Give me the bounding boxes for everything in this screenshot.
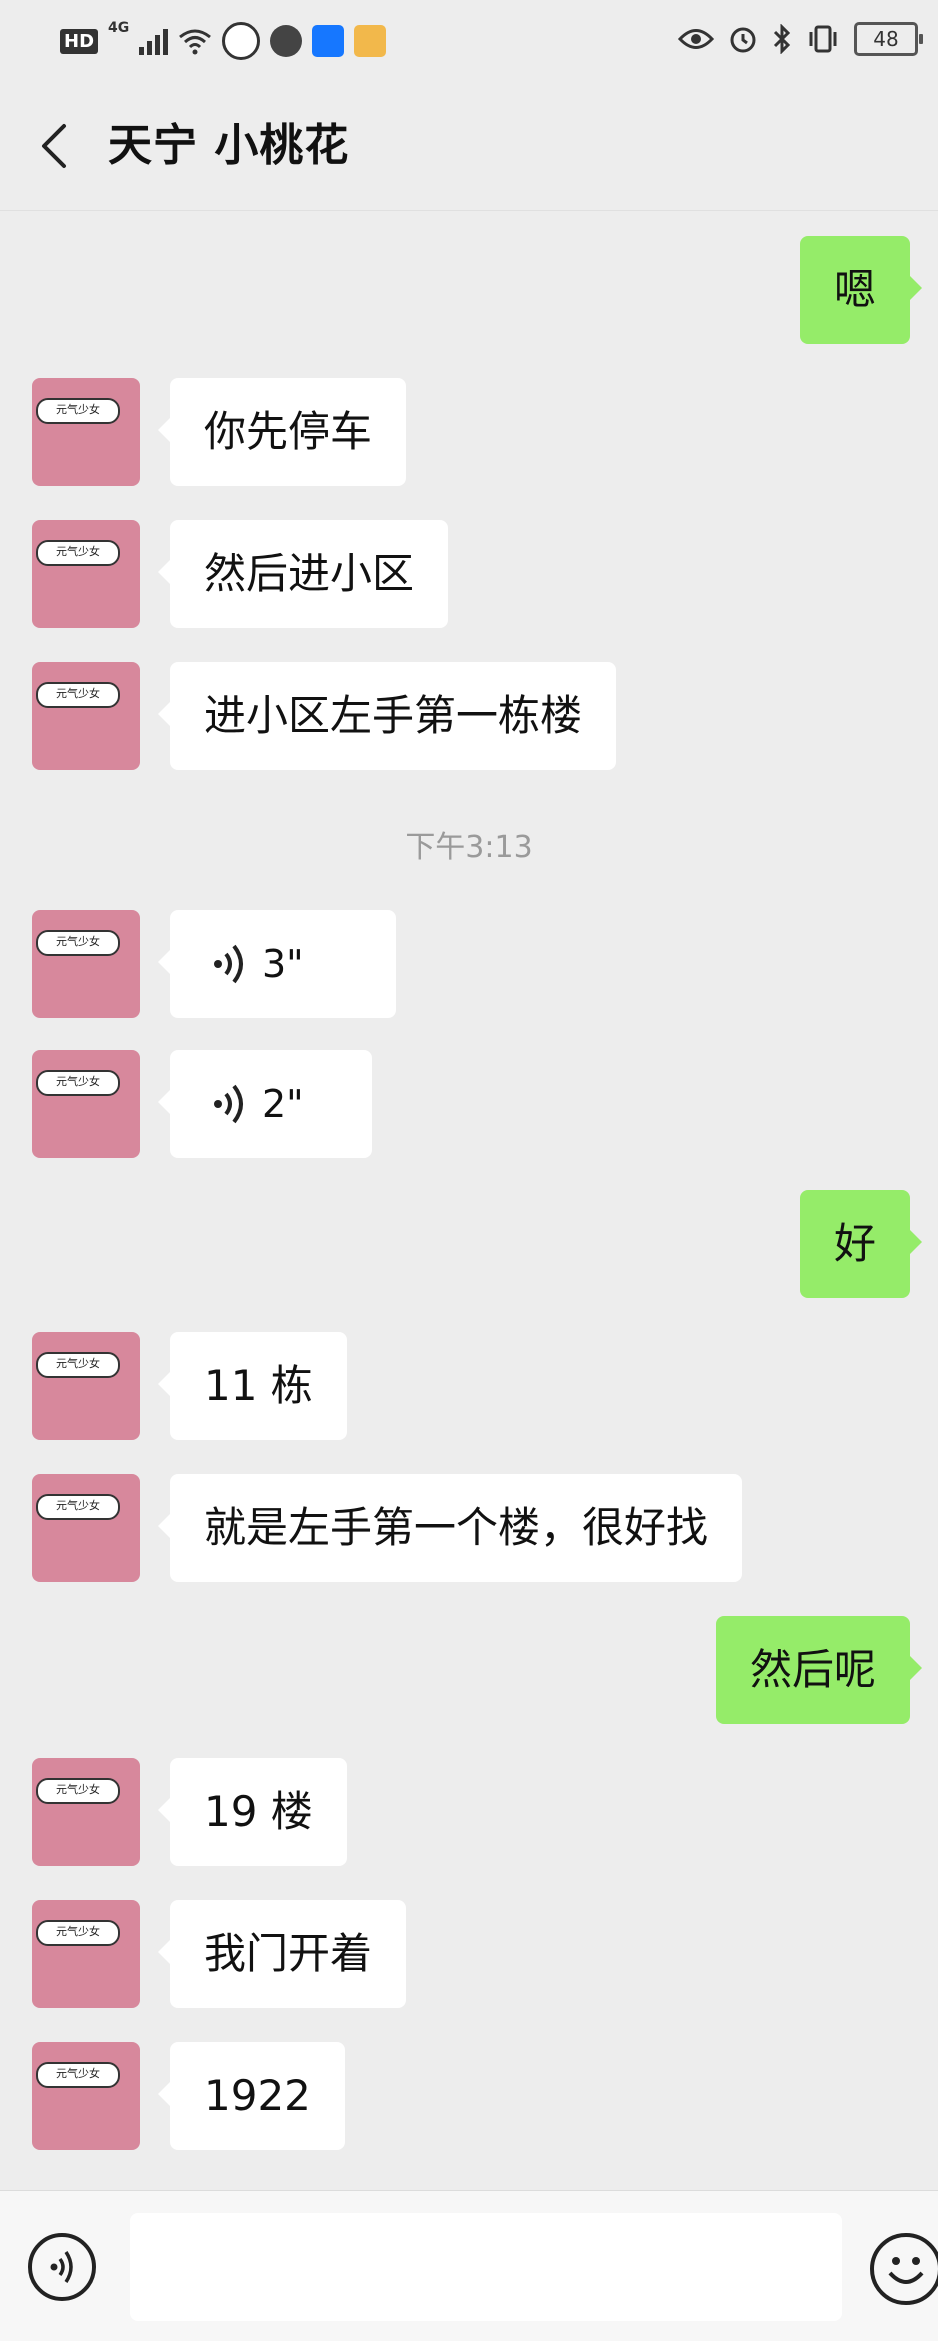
message-bubble[interactable]: 好 — [799, 1190, 923, 1298]
message-bubble[interactable]: 进小区左手第一栋楼 — [157, 662, 617, 770]
avatar-label: 元气少女 — [36, 1920, 120, 1946]
voice-message[interactable]: 3" — [158, 910, 396, 1018]
voice-play-icon — [214, 1084, 243, 1124]
avatar[interactable]: 元气少女 — [32, 520, 140, 628]
avatar[interactable]: 元气少女 — [32, 662, 140, 770]
message-input[interactable] — [130, 2213, 842, 2321]
avatar[interactable]: 元气少女 — [32, 1332, 140, 1440]
avatar-label: 元气少女 — [36, 930, 120, 956]
message-bubble[interactable]: 然后呢 — [715, 1616, 923, 1724]
message-bubble[interactable]: 19 楼 — [158, 1758, 347, 1866]
avatar-label: 元气少女 — [36, 540, 120, 566]
avatar[interactable]: 元气少女 — [32, 378, 140, 486]
message-bubble[interactable]: 就是左手第一个楼，很好找 — [157, 1474, 743, 1582]
message-bubble[interactable]: 嗯 — [799, 236, 923, 344]
input-bar — [0, 2190, 938, 2341]
status-bar: HD 4G 48 — [0, 0, 938, 82]
voice-message[interactable]: 2" — [158, 1050, 372, 1158]
avatar[interactable]: 元气少女 — [32, 2042, 140, 2150]
avatar[interactable]: 元气少女 — [32, 910, 140, 1018]
network-type: 4G — [108, 20, 130, 36]
avatar-label: 元气少女 — [36, 1494, 120, 1520]
voice-play-icon — [214, 944, 243, 984]
message-bubble[interactable]: 你先停车 — [157, 378, 407, 486]
emoji-icon — [888, 2257, 924, 2284]
avatar[interactable]: 元气少女 — [32, 1050, 140, 1158]
emoji-button[interactable] — [870, 2233, 938, 2305]
avatar-label: 元气少女 — [36, 398, 120, 424]
voice-duration: 2" — [262, 1082, 304, 1126]
voice-input-button[interactable] — [28, 2233, 96, 2301]
message-bubble[interactable]: 然后进小区 — [157, 520, 449, 628]
status-left: HD 4G — [60, 20, 387, 60]
message-bubble[interactable]: 1922 — [158, 2042, 345, 2150]
app-icon — [354, 25, 387, 57]
avatar-label: 元气少女 — [36, 2062, 120, 2088]
avatar-label: 元气少女 — [36, 1352, 120, 1378]
avatar-label: 元气少女 — [36, 1070, 120, 1096]
voice-duration: 3" — [262, 942, 304, 986]
chat-app-icon — [222, 22, 261, 60]
message-bubble[interactable]: 11 栋 — [158, 1332, 347, 1440]
avatar[interactable]: 元气少女 — [32, 1900, 140, 2008]
navigation-app-icon — [270, 25, 303, 57]
battery-icon: 48 — [854, 22, 923, 56]
timestamp: 下午3:13 — [405, 830, 533, 865]
wifi-icon — [179, 29, 212, 55]
chat-title: 天宁 小桃花 — [108, 120, 350, 171]
avatar-label: 元气少女 — [36, 682, 120, 708]
hd-badge: HD — [60, 28, 99, 54]
status-right: 48 — [678, 22, 923, 56]
alarm-icon — [730, 27, 756, 53]
avatar[interactable]: 元气少女 — [32, 1758, 140, 1866]
voice-input-icon — [50, 2251, 73, 2283]
avatar[interactable]: 元气少女 — [32, 1474, 140, 1582]
alipay-icon — [312, 25, 345, 57]
avatar-label: 元气少女 — [36, 1778, 120, 1804]
vibrate-icon — [809, 25, 837, 53]
eye-icon — [678, 29, 714, 49]
signal-icon — [139, 27, 169, 55]
back-arrow-icon[interactable] — [34, 120, 82, 172]
bluetooth-icon — [773, 24, 791, 54]
message-bubble[interactable]: 我门开着 — [157, 1900, 407, 2008]
chat-header: 天宁 小桃花 — [0, 82, 938, 211]
